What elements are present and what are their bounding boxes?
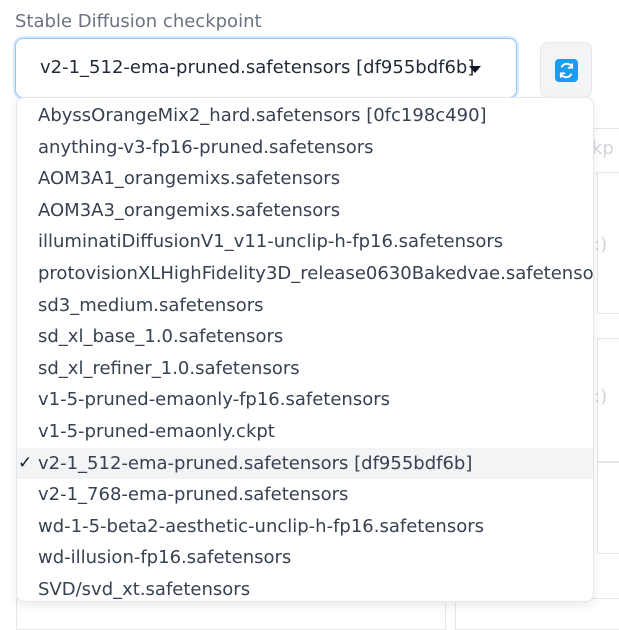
dropdown-option[interactable]: v1-5-pruned-emaonly-fp16.safetensors [17, 384, 593, 416]
dropdown-option[interactable]: SVD/svd_xt.safetensors [17, 574, 593, 601]
checkpoint-dropdown-list[interactable]: AbyssOrangeMix2_hard.safetensors [0fc198… [16, 97, 594, 602]
refresh-icon [555, 59, 578, 82]
dropdown-option-label: sd3_medium.safetensors [38, 294, 264, 316]
dropdown-option[interactable]: AOM3A3_orangemixs.safetensors [17, 195, 593, 227]
background-panel [16, 598, 446, 630]
dropdown-option[interactable]: sd_xl_base_1.0.safetensors [17, 321, 593, 353]
dropdown-option[interactable]: sd_xl_refiner_1.0.safetensors [17, 353, 593, 385]
dropdown-option[interactable]: v2-1_768-ema-pruned.safetensors [17, 479, 593, 511]
dropdown-option[interactable]: illuminatiDiffusionV1_v11-unclip-h-fp16.… [17, 226, 593, 258]
dropdown-option-label: anything-v3-fp16-pruned.safetensors [38, 136, 374, 158]
dropdown-option[interactable]: v1-5-pruned-emaonly.ckpt [17, 416, 593, 448]
dropdown-option-label: v2-1_768-ema-pruned.safetensors [38, 484, 349, 506]
dropdown-option[interactable]: protovisionXLHighFidelity3D_release0630B… [17, 258, 593, 290]
dropdown-option[interactable]: sd3_medium.safetensors [17, 290, 593, 322]
dropdown-option[interactable]: AOM3A1_orangemixs.safetensors [17, 163, 593, 195]
dropdown-option[interactable]: wd-illusion-fp16.safetensors [17, 542, 593, 574]
dropdown-option-label: sd_xl_base_1.0.safetensors [38, 326, 284, 348]
checkmark-icon: ✓ [18, 452, 33, 473]
dropdown-option[interactable]: AbyssOrangeMix2_hard.safetensors [0fc198… [17, 100, 593, 132]
background-panel [597, 462, 619, 554]
dropdown-option-label: wd-1-5-beta2-aesthetic-unclip-h-fp16.saf… [38, 515, 485, 537]
dropdown-option-label: protovisionXLHighFidelity3D_release0630B… [38, 262, 594, 284]
dropdown-option-label: v1-5-pruned-emaonly.ckpt [38, 420, 275, 442]
selected-checkpoint-value: v2-1_512-ema-pruned.safetensors [df955bd… [40, 57, 475, 78]
dropdown-option-label: v2-1_512-ema-pruned.safetensors [df955bd… [38, 452, 473, 474]
dropdown-option-label: wd-illusion-fp16.safetensors [38, 547, 292, 569]
dropdown-option[interactable]: anything-v3-fp16-pruned.safetensors [17, 132, 593, 164]
background-text-fragment: :) [594, 234, 608, 255]
refresh-checkpoints-button[interactable] [540, 42, 592, 98]
dropdown-option-label: SVD/svd_xt.safetensors [38, 578, 251, 600]
checkpoint-select[interactable]: v2-1_512-ema-pruned.safetensors [df955bd… [15, 38, 517, 98]
checkpoint-label: Stable Diffusion checkpoint [15, 11, 262, 32]
dropdown-option-label: AbyssOrangeMix2_hard.safetensors [0fc198… [38, 105, 487, 126]
dropdown-option[interactable]: wd-1-5-beta2-aesthetic-unclip-h-fp16.saf… [17, 511, 593, 543]
dropdown-option[interactable]: ✓ v2-1_512-ema-pruned.safetensors [df955b… [17, 447, 593, 480]
background-text-fragment: :) [594, 386, 608, 407]
chevron-down-icon[interactable] [469, 66, 481, 73]
dropdown-option-label: sd_xl_refiner_1.0.safetensors [38, 357, 300, 379]
dropdown-option-label: v1-5-pruned-emaonly-fp16.safetensors [38, 389, 390, 411]
dropdown-option-label: AOM3A3_orangemixs.safetensors [38, 199, 341, 221]
dropdown-option-label: AOM3A1_orangemixs.safetensors [38, 168, 341, 190]
dropdown-option-label: illuminatiDiffusionV1_v11-unclip-h-fp16.… [38, 231, 504, 253]
background-panel [455, 598, 619, 630]
